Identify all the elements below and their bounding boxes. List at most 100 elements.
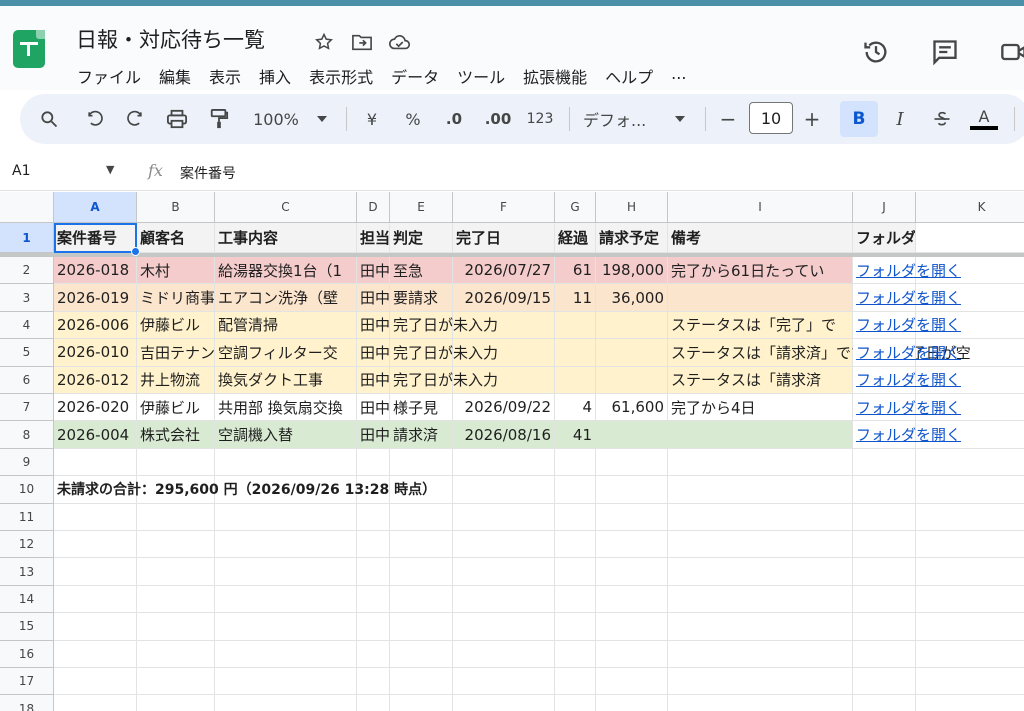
grid-cell[interactable] [137,613,215,641]
data-cell-staff[interactable]: 田中 [357,421,390,449]
frozen-row-divider[interactable] [0,253,1024,257]
row-header-4[interactable]: 4 [0,311,54,340]
menu-insert[interactable]: 挿入 [250,62,300,90]
data-cell-days[interactable]: 41 [555,421,596,449]
grid-cell[interactable] [453,476,555,504]
grid-cell[interactable] [215,585,357,614]
data-cell-status[interactable]: 完了日が未入力 [390,366,498,394]
grid-cell[interactable] [453,613,555,641]
open-folder-link[interactable]: フォルダを開く [853,421,961,449]
data-cell-customer[interactable]: ミドリ商事 [137,284,215,312]
data-cell-id[interactable]: 2026-012 [54,366,137,394]
data-cell-done[interactable]: 2026/09/15 [453,284,555,312]
star-icon[interactable] [312,30,336,54]
row-header-5[interactable]: 5 [0,339,54,367]
grid-cell[interactable] [853,476,916,504]
grid-cell[interactable] [853,531,916,559]
row-header-7[interactable]: 7 [0,394,54,422]
grid-cell[interactable] [215,448,357,477]
grid-cell[interactable] [555,531,596,559]
column-header-b[interactable]: B [137,192,215,223]
grid-cell[interactable] [390,668,453,696]
header-cell[interactable]: 判定 [390,223,453,253]
column-header-g[interactable]: G [555,192,596,223]
grid-cell[interactable] [215,668,357,696]
data-cell-staff[interactable]: 田中 [357,394,390,422]
grid-cell[interactable] [357,531,390,559]
grid-cell[interactable] [54,695,137,711]
data-cell-staff[interactable]: 田中 [357,284,390,312]
header-cell[interactable]: 経過 [555,223,596,253]
grid-cell[interactable] [596,558,668,586]
grid-cell[interactable] [453,448,555,477]
data-cell-staff[interactable]: 田中 [357,257,390,284]
zoom-dropdown-icon[interactable] [312,94,332,144]
data-cell-note[interactable] [668,421,853,449]
data-cell-customer[interactable]: 木村 [137,257,215,284]
open-folder-link[interactable]: フォルダを開く [853,366,961,394]
column-header-c[interactable]: C [215,192,357,223]
row-header-9[interactable]: 9 [0,448,54,477]
grid-cell[interactable] [596,476,668,504]
grid-cell[interactable] [390,695,453,711]
open-folder-link[interactable]: フォルダを開く [853,394,961,422]
column-header-h[interactable]: H [596,192,668,223]
grid-cell[interactable] [596,585,668,614]
data-cell-work[interactable]: 空調機入替 [215,421,357,449]
row-header-17[interactable]: 17 [0,668,54,696]
meet-icon[interactable] [996,34,1024,70]
data-cell-work[interactable]: 換気ダクト工事 [215,366,357,394]
data-cell-customer[interactable]: 吉田テナント [137,339,215,367]
row-header-1[interactable]: 1 [0,223,54,253]
bold-button[interactable]: B [840,101,878,137]
grid-cell[interactable] [555,503,596,531]
grid-cell[interactable] [215,695,357,711]
grid-cell[interactable] [357,558,390,586]
data-cell-amount[interactable] [596,311,668,340]
font-select[interactable]: デフォ... [583,94,657,144]
grid-cell[interactable] [555,613,596,641]
row-header-8[interactable]: 8 [0,421,54,449]
grid-cell[interactable] [916,558,1024,586]
grid-cell[interactable] [555,695,596,711]
data-cell-status[interactable]: 完了日が未入力 [390,311,498,340]
data-cell-staff[interactable]: 田中 [357,311,390,340]
data-cell-work[interactable]: 配管清掃 [215,311,357,340]
grid-cell[interactable] [54,640,137,668]
column-header-j[interactable]: J [853,192,916,223]
grid-cell[interactable] [453,585,555,614]
grid-cell[interactable] [390,640,453,668]
open-folder-link[interactable]: フォルダを開く [853,284,961,312]
grid-cell[interactable] [137,448,215,477]
grid-cell[interactable] [596,503,668,531]
grid-cell[interactable] [916,695,1024,711]
data-cell-amount[interactable] [596,366,668,394]
grid-cell[interactable] [54,448,137,477]
strikethrough-icon[interactable] [928,94,956,144]
header-cell[interactable]: 請求予定 [596,223,668,253]
percent-format-button[interactable]: % [400,94,426,144]
grid-cell[interactable] [357,668,390,696]
data-cell-amount[interactable] [596,421,668,449]
data-cell-id[interactable]: 2026-004 [54,421,137,449]
grid-cell[interactable] [853,558,916,586]
grid-cell[interactable] [453,640,555,668]
data-cell-done[interactable]: 2026/09/22 [453,394,555,422]
grid-cell[interactable] [453,558,555,586]
menu-extensions[interactable]: 拡張機能 [514,62,596,90]
data-cell-staff[interactable]: 田中 [357,339,390,367]
grid-cell[interactable] [668,668,853,696]
grid-cell[interactable] [853,585,916,614]
data-cell-id[interactable]: 2026-010 [54,339,137,367]
data-cell-status[interactable]: 様子見 [390,394,453,422]
data-cell-work[interactable]: 空調フィルター交 [215,339,357,367]
row-header-2[interactable]: 2 [0,257,54,284]
menu-help[interactable]: ヘルプ [596,62,662,90]
column-header-i[interactable]: I [668,192,853,223]
name-box[interactable]: A1 [12,163,30,179]
grid-cell[interactable] [215,503,357,531]
move-to-folder-icon[interactable] [350,30,374,54]
data-cell-id[interactable]: 2026-020 [54,394,137,422]
data-cell-customer[interactable]: 井上物流 [137,366,215,394]
grid-cell[interactable] [916,668,1024,696]
